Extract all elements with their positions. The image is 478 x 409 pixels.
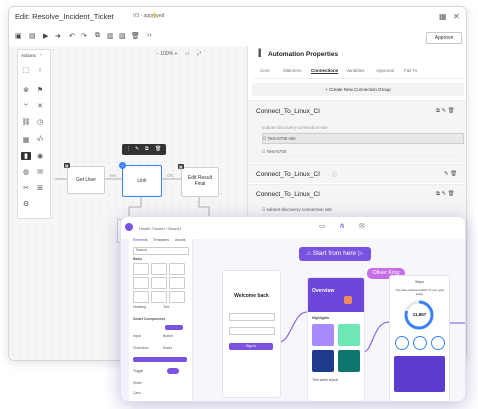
group-actions: ✎ 🗑	[444, 171, 457, 177]
connection-group-2: Connect_To_Linux_CI ⓘ ✎ 🗑	[248, 164, 466, 183]
sign-in-button[interactable]: Sign in	[229, 343, 273, 350]
node-link[interactable]: ✓ Link	[119, 162, 162, 197]
screen-subtitle: You have achieved 80% of your goal today	[395, 288, 444, 296]
stat-ring	[413, 336, 427, 350]
new-connection-group-button[interactable]: + Create New Connection Group	[252, 83, 464, 96]
stat-ring	[431, 336, 445, 350]
delete-icon[interactable]: 🗑	[450, 171, 457, 177]
connection-row[interactable]: subnet-discovery-connection-site	[262, 123, 462, 133]
copy-node-icon[interactable]: ⧉	[145, 146, 149, 152]
screen-login[interactable]: Welcome back Sign in	[222, 270, 281, 398]
badge-icon	[344, 296, 352, 304]
edit-icon[interactable]: ✎	[441, 108, 446, 114]
node-edit-result[interactable]: ▦ Edit Result Final	[178, 164, 219, 197]
screen-overview[interactable]: Overview Highlights This week report	[307, 277, 365, 401]
check-icon: ✓	[119, 162, 126, 169]
copy-icon[interactable]: ⧉	[436, 191, 440, 197]
node-get-user-label: Get User	[75, 177, 96, 183]
edge-label-ok: OK	[167, 173, 174, 178]
delete-icon[interactable]: 🗑	[448, 191, 455, 197]
more-icon[interactable]: ⋮	[126, 146, 131, 152]
row-label: subnet-discovery connection site	[266, 207, 332, 212]
connection-row[interactable]: ⠿ Test-5700	[262, 147, 462, 157]
connection-row[interactable]: ⠿ subnet-discovery connection site	[262, 205, 462, 215]
group-actions: ⧉ ✎ 🗑	[436, 108, 455, 115]
overview-header	[308, 278, 364, 312]
connection-row-dragging[interactable]: ⠿ Test-5700-site	[262, 133, 464, 144]
row-label: subnet-discovery-connection-site	[262, 125, 328, 130]
node-toolbar: ⋮ ✎ ⧉ 🗑	[122, 144, 166, 155]
node-get-user[interactable]: ▦ Get User	[64, 163, 105, 194]
stat-ring	[395, 336, 409, 350]
screen-title: Welcome back	[234, 293, 269, 299]
start-label: Start from here	[312, 250, 357, 257]
tab-approval[interactable]: Approval	[376, 68, 394, 73]
connection-group-1: Connect_To_Linux_CI ⧉ ✎ 🗑 subnet-discove…	[248, 100, 466, 163]
node-icon: ▦	[64, 163, 70, 168]
screen-steps[interactable]: Steps You have achieved 80% of your goal…	[389, 275, 450, 401]
edit-icon[interactable]: ✎	[441, 191, 446, 197]
row-label: Test-5700	[266, 149, 287, 154]
tab-fail-to[interactable]: Fail To	[404, 68, 417, 73]
start-from-here-button[interactable]: ⌂ Start from here ▷	[299, 247, 371, 261]
row-label: Test-5700-site	[267, 136, 296, 141]
node-edit-result-label: Edit Result Final	[187, 175, 213, 187]
section-label: This week report	[312, 378, 338, 382]
email-field[interactable]	[229, 313, 275, 321]
node-icon: ▦	[178, 164, 184, 169]
tab-variables[interactable]: Variables	[346, 68, 364, 73]
screen-title: Steps	[415, 280, 424, 284]
group-title: Connect_To_Linux_CI	[256, 171, 320, 178]
tile[interactable]	[338, 350, 360, 372]
activity-chart	[394, 356, 445, 392]
delete-node-icon[interactable]: 🗑	[155, 146, 161, 152]
connection-group-3: Connect_To_Linux_CI ⧉ ✎ 🗑 ⠿ subnet-disco…	[248, 184, 466, 219]
tile[interactable]	[312, 324, 334, 346]
group-title: Connect_To_Linux_CI	[256, 108, 320, 115]
copy-icon[interactable]: ⧉	[436, 108, 440, 114]
tab-core[interactable]: Core	[260, 68, 270, 73]
panel-collapse-icon[interactable]: ▐	[256, 50, 261, 57]
panel-tabs: Core Matchers Connections Variables Appr…	[254, 68, 464, 79]
steps-count: 11,857	[412, 312, 427, 317]
node-link-label: Link	[137, 178, 147, 184]
edge-label-yes: Yes	[109, 173, 117, 178]
play-icon: ▷	[356, 250, 363, 257]
panel-title: Automation Properties	[268, 51, 339, 58]
group-actions: ⧉ ✎ 🗑	[436, 191, 455, 198]
tab-connections[interactable]: Connections	[311, 68, 339, 74]
delete-icon[interactable]: 🗑	[448, 108, 455, 114]
section-label: Highlights	[312, 316, 330, 320]
grid-icon[interactable]: ▦	[439, 12, 447, 21]
tab-matchers[interactable]: Matchers	[283, 68, 302, 73]
group-title: Connect_To_Linux_CI	[256, 191, 320, 198]
close-icon[interactable]: ✕	[453, 12, 460, 21]
design-tool-window: Health Tracker / Board1 ▭ ⋔ ✉ Elements T…	[120, 216, 466, 402]
edit-icon[interactable]: ✎	[444, 171, 449, 177]
password-field[interactable]	[229, 327, 275, 335]
approve-button[interactable]: Approve	[426, 32, 462, 44]
screen-title: Overview	[312, 288, 335, 294]
info-icon: ⓘ	[332, 172, 338, 178]
edit-icon[interactable]: ✎	[135, 146, 139, 152]
tile[interactable]	[312, 350, 334, 372]
tile[interactable]	[338, 324, 360, 346]
